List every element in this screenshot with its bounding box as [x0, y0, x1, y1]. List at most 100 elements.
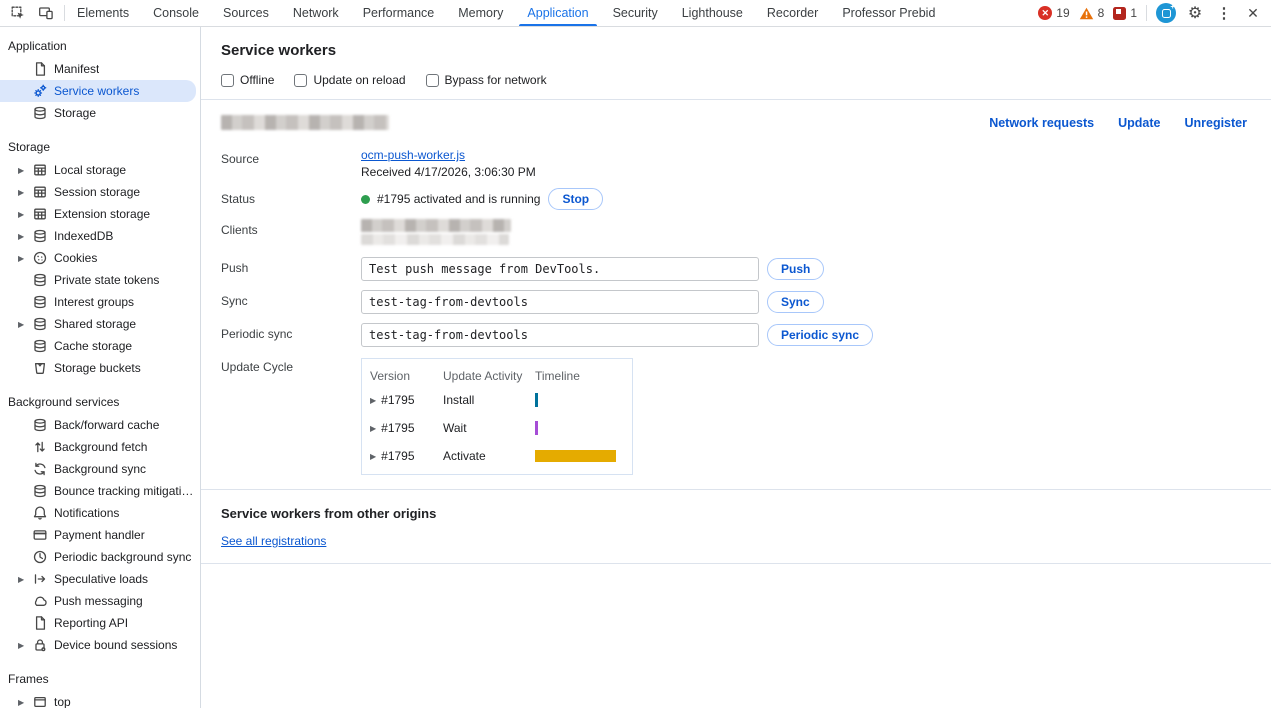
- status-label: Status: [221, 188, 361, 210]
- see-all-registrations-link[interactable]: See all registrations: [221, 534, 326, 548]
- console-warnings-badge[interactable]: 8: [1079, 6, 1105, 20]
- redacted-client-url: [361, 219, 511, 232]
- checkbox-label: Update on reload: [313, 73, 405, 87]
- expander-icon[interactable]: ▶: [18, 641, 32, 650]
- sidebar-item-storage[interactable]: Storage: [0, 102, 200, 124]
- tab-console[interactable]: Console: [141, 0, 211, 26]
- push-button[interactable]: Push: [767, 258, 824, 280]
- periodic-sync-input[interactable]: [361, 323, 759, 347]
- error-icon: ✕: [1038, 6, 1052, 20]
- sidebar-item-label: Bounce tracking mitigati…: [54, 484, 193, 498]
- link-network-requests[interactable]: Network requests: [989, 116, 1094, 130]
- update-cycle-header: VersionUpdate ActivityTimeline: [362, 366, 632, 386]
- tab-sources[interactable]: Sources: [211, 0, 281, 26]
- expander-icon[interactable]: ▶: [18, 254, 32, 263]
- sidebar-item-speculative-loads[interactable]: ▶ Speculative loads: [0, 568, 200, 590]
- sidebar-item-top[interactable]: ▶ top: [0, 691, 200, 708]
- link-update[interactable]: Update: [1118, 116, 1160, 130]
- activity-cell: Wait: [443, 421, 535, 435]
- periodic-sync-label: Periodic sync: [221, 323, 361, 347]
- cloud-icon: [32, 593, 48, 609]
- sidebar-item-indexeddb[interactable]: ▶ IndexedDB: [0, 225, 200, 247]
- link-unregister[interactable]: Unregister: [1184, 116, 1247, 130]
- expander-icon[interactable]: ▶: [18, 188, 32, 197]
- sidebar-item-payment-handler[interactable]: Payment handler: [0, 524, 200, 546]
- tab-professor-prebid[interactable]: Professor Prebid: [830, 0, 947, 26]
- sidebar-item-local-storage[interactable]: ▶ Local storage: [0, 159, 200, 181]
- sync-button[interactable]: Sync: [767, 291, 824, 313]
- database-icon: [32, 272, 48, 288]
- expander-icon[interactable]: ▶: [18, 166, 32, 175]
- table-icon: [32, 184, 48, 200]
- tab-elements[interactable]: Elements: [65, 0, 141, 26]
- sidebar-item-label: Interest groups: [54, 295, 134, 309]
- expander-icon[interactable]: ▶: [370, 396, 376, 405]
- sidebar-item-shared-storage[interactable]: ▶ Shared storage: [0, 313, 200, 335]
- more-menu-icon[interactable]: ⋮: [1214, 3, 1234, 23]
- sidebar-item-back-forward-cache[interactable]: Back/forward cache: [0, 414, 200, 436]
- database-icon: [32, 338, 48, 354]
- checkbox-offline[interactable]: Offline: [221, 73, 274, 87]
- status-running-icon: [361, 195, 370, 204]
- extension-icon[interactable]: [1156, 3, 1176, 23]
- version-cell: #1795: [381, 421, 414, 435]
- database-icon: [32, 316, 48, 332]
- expander-icon[interactable]: ▶: [18, 210, 32, 219]
- sidebar-item-storage-buckets[interactable]: Storage buckets: [0, 357, 200, 379]
- sidebar-item-interest-groups[interactable]: Interest groups: [0, 291, 200, 313]
- console-errors-badge[interactable]: ✕ 19: [1038, 6, 1069, 20]
- device-toolbar-icon[interactable]: [34, 2, 58, 24]
- periodic-sync-button[interactable]: Periodic sync: [767, 324, 873, 346]
- issues-badge[interactable]: 1: [1113, 6, 1137, 20]
- card-icon: [32, 527, 48, 543]
- checkbox-box[interactable]: [221, 74, 234, 87]
- expander-icon[interactable]: ▶: [18, 698, 32, 707]
- tab-application[interactable]: Application: [515, 0, 600, 26]
- sidebar-item-bounce-tracking-mitigati[interactable]: Bounce tracking mitigati…: [0, 480, 200, 502]
- expander-icon[interactable]: ▶: [370, 452, 376, 461]
- checkbox-box[interactable]: [294, 74, 307, 87]
- sidebar-item-private-state-tokens[interactable]: Private state tokens: [0, 269, 200, 291]
- stop-button[interactable]: Stop: [548, 188, 603, 210]
- expander-icon[interactable]: ▶: [18, 232, 32, 241]
- sidebar-item-cookies[interactable]: ▶ Cookies: [0, 247, 200, 269]
- expander-icon[interactable]: ▶: [18, 320, 32, 329]
- database-icon: [32, 105, 48, 121]
- sidebar-item-cache-storage[interactable]: Cache storage: [0, 335, 200, 357]
- expander-icon[interactable]: ▶: [370, 424, 376, 433]
- sidebar-item-extension-storage[interactable]: ▶ Extension storage: [0, 203, 200, 225]
- tab-memory[interactable]: Memory: [446, 0, 515, 26]
- sidebar-item-notifications[interactable]: Notifications: [0, 502, 200, 524]
- tab-security[interactable]: Security: [601, 0, 670, 26]
- sidebar-item-device-bound-sessions[interactable]: ▶ Device bound sessions: [0, 634, 200, 656]
- source-file-link[interactable]: ocm-push-worker.js: [361, 148, 465, 162]
- document-icon: [32, 615, 48, 631]
- tab-network[interactable]: Network: [281, 0, 351, 26]
- sync-input[interactable]: [361, 290, 759, 314]
- application-sidebar: Application Manifest Service workers Sto…: [0, 27, 201, 708]
- sidebar-item-reporting-api[interactable]: Reporting API: [0, 612, 200, 634]
- sidebar-item-periodic-background-sync[interactable]: Periodic background sync: [0, 546, 200, 568]
- sidebar-item-manifest[interactable]: Manifest: [0, 58, 200, 80]
- sidebar-item-background-sync[interactable]: Background sync: [0, 458, 200, 480]
- settings-icon[interactable]: ⚙: [1185, 3, 1205, 23]
- inspect-icon[interactable]: [6, 2, 30, 24]
- expander-icon[interactable]: ▶: [18, 575, 32, 584]
- checkbox-update-on-reload[interactable]: Update on reload: [294, 73, 405, 87]
- update-cycle-row-wait: ▶ #1795 Wait: [362, 414, 632, 442]
- close-icon[interactable]: ✕: [1243, 3, 1263, 23]
- checkbox-box[interactable]: [426, 74, 439, 87]
- database-icon: [32, 417, 48, 433]
- sidebar-item-push-messaging[interactable]: Push messaging: [0, 590, 200, 612]
- push-input[interactable]: [361, 257, 759, 281]
- tab-performance[interactable]: Performance: [351, 0, 447, 26]
- timeline-bar-install: [535, 393, 538, 407]
- sidebar-item-label: Background sync: [54, 462, 146, 476]
- checkbox-bypass-for-network[interactable]: Bypass for network: [426, 73, 547, 87]
- tab-lighthouse[interactable]: Lighthouse: [670, 0, 755, 26]
- sidebar-item-background-fetch[interactable]: Background fetch: [0, 436, 200, 458]
- sidebar-item-service-workers[interactable]: Service workers: [0, 80, 196, 102]
- sidebar-item-session-storage[interactable]: ▶ Session storage: [0, 181, 200, 203]
- tab-recorder[interactable]: Recorder: [755, 0, 830, 26]
- source-label: Source: [221, 148, 361, 179]
